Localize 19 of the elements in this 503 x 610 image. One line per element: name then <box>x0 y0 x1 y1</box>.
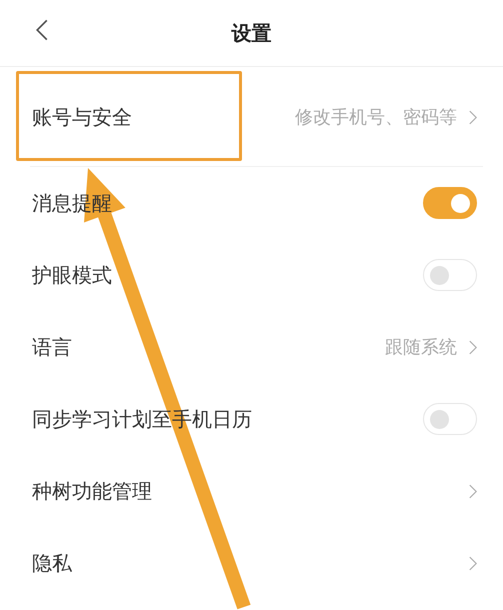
setting-label: 护眼模式 <box>32 262 112 288</box>
setting-label: 语言 <box>32 334 72 360</box>
chevron-icon <box>469 484 477 498</box>
setting-value: 跟随系统 <box>385 336 457 359</box>
setting-value: 修改手机号、密码等 <box>295 106 457 129</box>
settings-row[interactable]: 账号与安全 修改手机号、密码等 <box>0 67 503 167</box>
chevron-icon <box>469 556 477 570</box>
setting-label: 种树功能管理 <box>32 478 152 504</box>
setting-label: 隐私 <box>32 550 72 576</box>
chevron-icon <box>469 340 477 354</box>
back-icon[interactable] <box>36 19 48 41</box>
settings-row[interactable]: 语言 跟随系统 <box>0 311 503 383</box>
settings-row[interactable]: 隐私 <box>0 527 503 599</box>
settings-row[interactable]: 护眼模式 <box>0 239 503 311</box>
screen-title: 设置 <box>232 20 272 46</box>
toggle-switch[interactable] <box>423 187 477 219</box>
settings-row[interactable]: 种树功能管理 <box>0 455 503 527</box>
setting-label: 账号与安全 <box>32 104 132 130</box>
chevron-icon <box>469 110 477 124</box>
